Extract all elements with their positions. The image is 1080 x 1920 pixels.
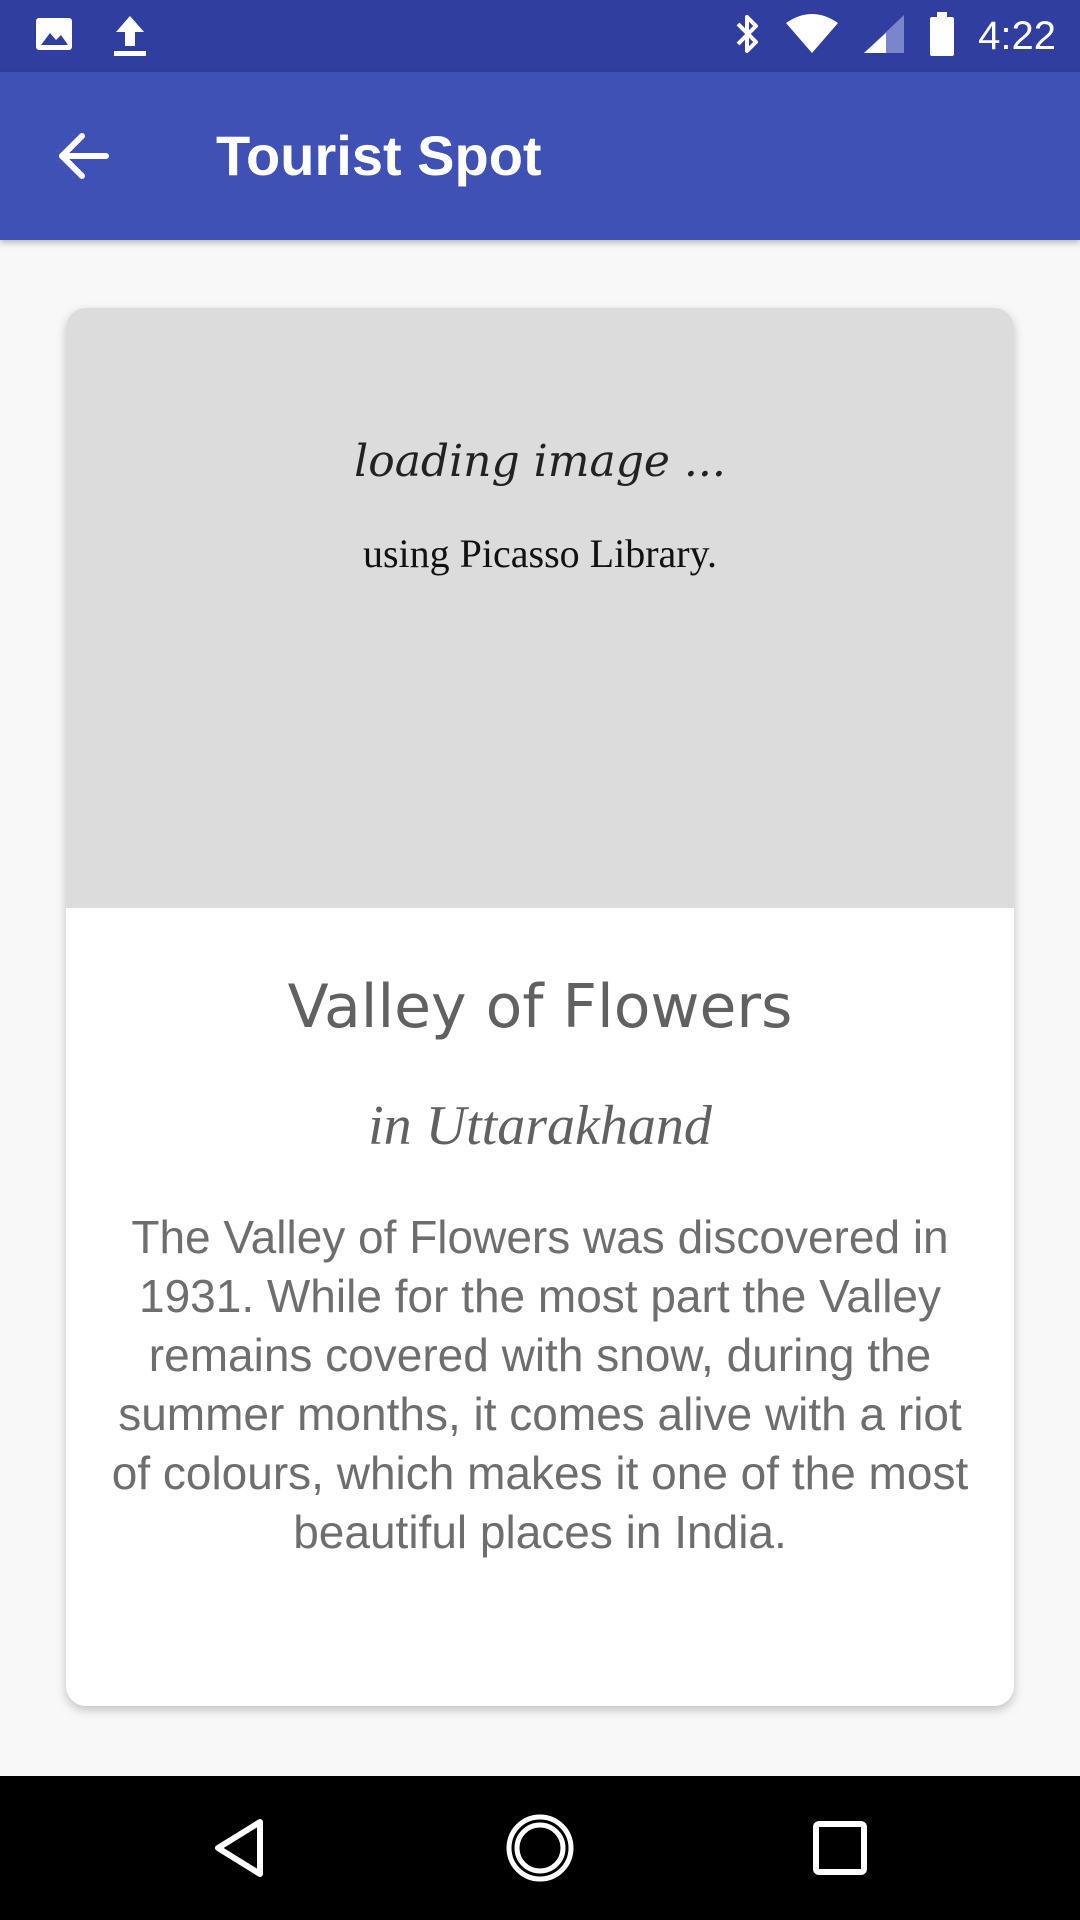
recents-square-icon bbox=[813, 1821, 867, 1875]
nav-recents-button[interactable] bbox=[804, 1812, 876, 1884]
upload-icon bbox=[110, 14, 150, 63]
spot-location: in Uttarakhand bbox=[368, 1095, 712, 1157]
status-time: 4:22 bbox=[978, 13, 1056, 58]
spot-name: Valley of Flowers bbox=[287, 972, 793, 1042]
battery-icon bbox=[928, 11, 956, 62]
home-circle-icon bbox=[506, 1814, 574, 1882]
status-bar: 4:22 bbox=[0, 0, 1080, 72]
bluetooth-icon bbox=[734, 12, 762, 61]
image-icon bbox=[34, 14, 74, 63]
back-triangle-icon bbox=[215, 1819, 263, 1877]
picasso-library-text: using Picasso Library. bbox=[362, 531, 718, 576]
nav-home-button[interactable] bbox=[504, 1812, 576, 1884]
wifi-icon bbox=[784, 13, 840, 60]
navigation-bar bbox=[0, 1776, 1080, 1920]
back-button[interactable] bbox=[52, 124, 116, 188]
app-bar: Tourist Spot bbox=[0, 72, 1080, 240]
page-title: Tourist Spot bbox=[216, 124, 542, 187]
nav-back-button[interactable] bbox=[204, 1812, 276, 1884]
arrow-back-icon bbox=[59, 133, 109, 179]
spot-image-placeholder: loading image ... using Picasso Library. bbox=[66, 308, 1014, 908]
tourist-spot-card: loading image ... using Picasso Library.… bbox=[66, 308, 1014, 1706]
spot-description: The Valley of Flowers was discovered in … bbox=[111, 1211, 969, 1558]
loading-image-text: loading image ... bbox=[354, 436, 726, 487]
cell-signal-icon bbox=[862, 13, 906, 60]
